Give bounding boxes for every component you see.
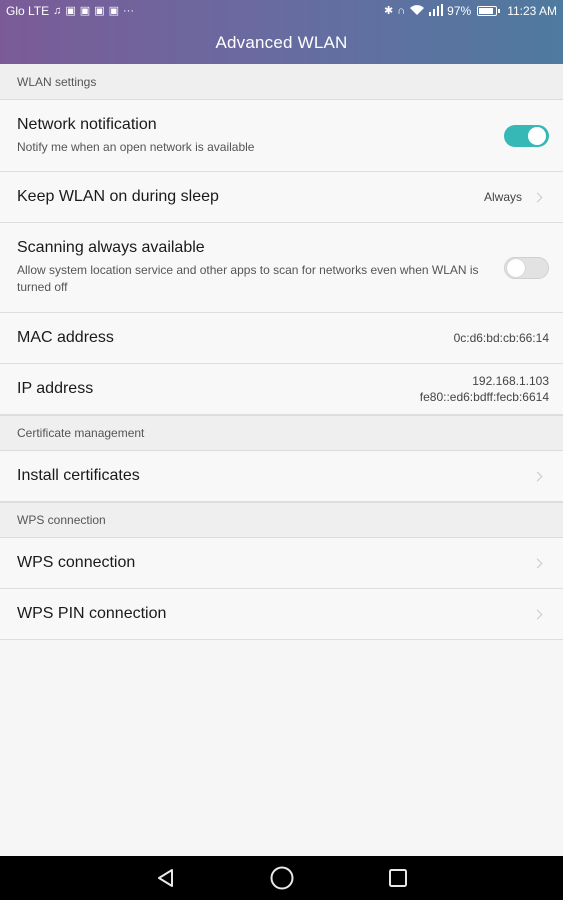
wifi-icon (409, 4, 425, 19)
wps-connection-label: WPS connection (17, 554, 136, 571)
scanning-row[interactable]: Scanning always available Allow system l… (0, 223, 563, 313)
install-certificates-row[interactable]: Install certificates (0, 451, 563, 502)
app-header: Glo LTE ♫ ▣ ▣ ▣ ▣ ··· ✱ ∩ 97% 11:23 AM A… (0, 0, 563, 64)
home-circle-icon[interactable] (267, 863, 297, 893)
wps-pin-connection-row[interactable]: WPS PIN connection (0, 589, 563, 640)
chevron-right-icon (532, 558, 543, 568)
section-header-certificate: Certificate management (0, 415, 563, 451)
toggle-knob (528, 126, 546, 145)
headphones-icon: ∩ (397, 4, 406, 17)
music-note-icon: ♫ (53, 4, 62, 17)
network-notification-description: Notify me when an open network is availa… (17, 139, 255, 154)
network-notification-label: Network notification (17, 115, 157, 133)
back-triangle-icon[interactable] (151, 863, 181, 893)
install-certificates-label: Install certificates (17, 467, 140, 484)
section-header-wps: WPS connection (0, 502, 563, 538)
chevron-right-icon (532, 609, 543, 619)
keep-wlan-label: Keep WLAN on during sleep (17, 188, 219, 205)
battery-percent: 97% (447, 4, 472, 18)
notification-icon: ▣ (79, 4, 91, 17)
clock: 11:23 AM (507, 4, 557, 18)
ipv6-value: fe80::ed6:bdff:fecb:6614 (419, 390, 549, 404)
chevron-right-icon (532, 192, 543, 202)
mac-address-row: MAC address 0c:d6:bd:cb:66:14 (0, 313, 563, 364)
section-header-wlan-settings: WLAN settings (0, 64, 563, 100)
scanning-description: Allow system location service and other … (17, 263, 479, 294)
wps-pin-connection-label: WPS PIN connection (17, 605, 167, 622)
notification-icon: ▣ (65, 4, 76, 17)
notification-icon: ▣ (94, 4, 105, 17)
scanning-label: Scanning always available (17, 239, 205, 256)
page-title: Advanced WLAN (215, 33, 348, 52)
recents-square-icon[interactable] (383, 863, 413, 893)
navigation-bar (0, 856, 563, 900)
ip-address-values: 192.168.1.103 fe80::ed6:bdff:fecb:6614 (420, 373, 549, 405)
bluetooth-icon: ✱ (384, 4, 394, 17)
signal-icon (429, 3, 444, 19)
keep-wlan-value: Always (483, 190, 522, 204)
status-bar: Glo LTE ♫ ▣ ▣ ▣ ▣ ··· ✱ ∩ 97% 11:23 AM (0, 0, 563, 22)
mac-address-value: 0c:d6:bd:cb:66:14 (453, 331, 549, 345)
more-notifications-icon: ··· (123, 4, 134, 17)
battery-icon (477, 6, 501, 16)
scanning-toggle[interactable] (504, 256, 549, 279)
network-notification-toggle[interactable] (504, 124, 549, 147)
ipv4-value: 192.168.1.103 (472, 374, 549, 388)
ip-address-label: IP address (17, 380, 94, 397)
status-left: Glo LTE ♫ ▣ ▣ ▣ ▣ ··· (6, 4, 134, 18)
wps-connection-row[interactable]: WPS connection (0, 538, 563, 589)
toggle-knob (507, 258, 525, 277)
status-right: ✱ ∩ 97% 11:23 AM (384, 3, 557, 19)
network-notification-row[interactable]: Network notification Notify me when an o… (0, 100, 563, 172)
keep-wlan-row[interactable]: Keep WLAN on during sleep Always (0, 172, 563, 223)
ip-address-row: IP address 192.168.1.103 fe80::ed6:bdff:… (0, 364, 563, 415)
mac-address-label: MAC address (17, 329, 114, 346)
carrier-label: Glo LTE (6, 4, 50, 18)
notification-icon: ▣ (108, 4, 119, 17)
chevron-right-icon (532, 471, 543, 481)
